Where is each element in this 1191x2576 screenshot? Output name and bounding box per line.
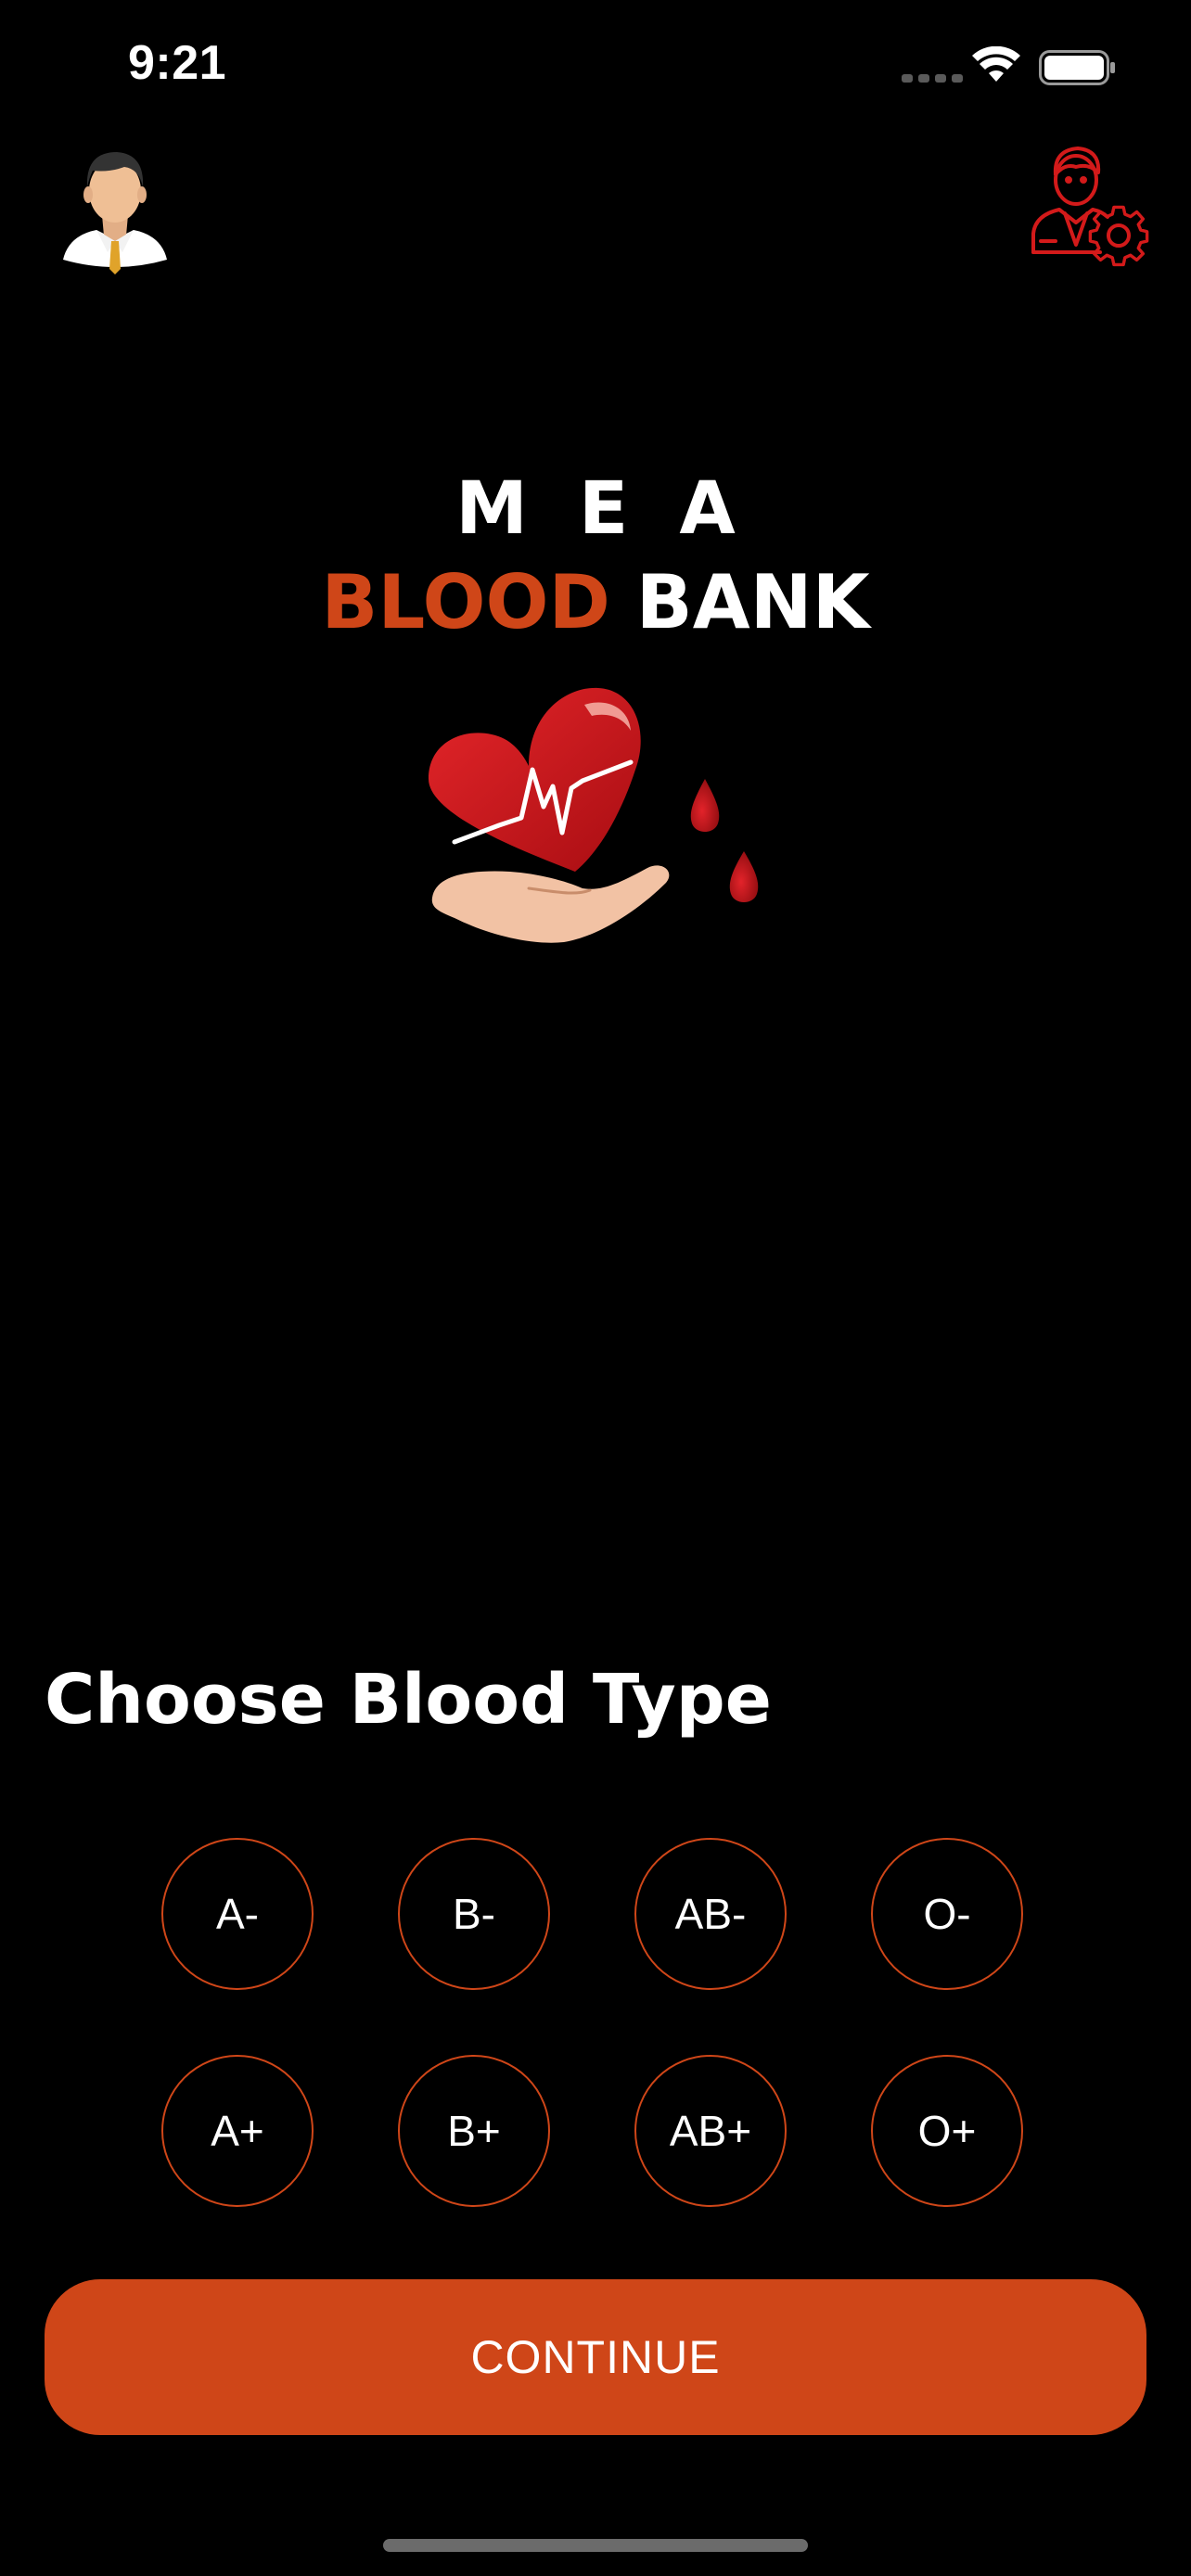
admin-settings-icon	[1031, 147, 1149, 267]
blood-type-b-positive-button[interactable]: B+	[398, 2055, 550, 2207]
blood-type-b-negative-button[interactable]: B-	[398, 1838, 550, 1990]
heart-in-hand-logo	[429, 687, 759, 943]
app-title-bank: BANK	[635, 559, 870, 645]
blood-type-o-negative-button[interactable]: O-	[871, 1838, 1023, 1990]
status-time: 9:21	[128, 36, 227, 90]
blood-type-options: A- B- AB- O- A+ B+ AB+ O+	[161, 1838, 1030, 2207]
cellular-signal-icon	[902, 74, 963, 83]
home-indicator[interactable]	[383, 2539, 808, 2552]
battery-icon	[1039, 50, 1115, 85]
blood-type-o-positive-button[interactable]: O+	[871, 2055, 1023, 2207]
app-title-blood: BLOOD	[321, 559, 610, 645]
app-title-line1: M E A	[455, 467, 749, 551]
app-title-line2: BLOOD BANK	[0, 566, 1191, 640]
wifi-icon	[972, 46, 1020, 82]
continue-button[interactable]: CONTINUE	[45, 2279, 1146, 2435]
blood-type-a-positive-button[interactable]: A+	[161, 2055, 314, 2207]
choose-blood-type-title: Choose Blood Type	[45, 1660, 772, 1740]
blood-type-ab-positive-button[interactable]: AB+	[634, 2055, 787, 2207]
app-title: M E A BLOOD BANK	[0, 473, 1191, 640]
profile-avatar-button[interactable]	[59, 139, 171, 278]
status-bar: 9:21	[0, 0, 1191, 130]
user-avatar-icon	[63, 152, 167, 274]
blood-type-ab-negative-button[interactable]: AB-	[634, 1838, 787, 1990]
admin-settings-button[interactable]	[1028, 143, 1150, 271]
blood-type-a-negative-button[interactable]: A-	[161, 1838, 314, 1990]
